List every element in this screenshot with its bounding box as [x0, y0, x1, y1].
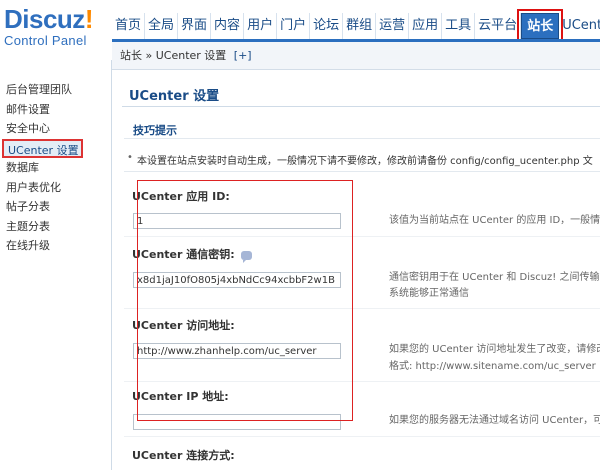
key-description-line1: 通信密钥用于在 UCenter 和 Discuz! 之间传输: [389, 272, 600, 283]
ip-input[interactable]: [133, 414, 341, 430]
connect-method-label: UCenter 连接方式:: [132, 449, 235, 462]
main-content: UCenter 设置 技巧提示 本设置在站点安装时自动生成，一般情况下请不要修改…: [112, 70, 600, 470]
key-label-text: UCenter 通信密钥:: [132, 248, 235, 261]
add-to-menu-link[interactable]: [+]: [234, 49, 252, 62]
key-description-line2: 系统能够正常通信: [389, 288, 469, 299]
top-nav: 首页 全局 界面 内容 用户 门户 论坛 群组 运营 应用 工具 云平台 站长 …: [112, 9, 600, 43]
sidebar-item-security-center[interactable]: 安全中心: [0, 119, 111, 139]
logo-subtitle: Control Panel: [4, 33, 87, 48]
url-description-line1: 如果您的 UCenter 访问地址发生了改变，请修改: [389, 344, 600, 355]
sidebar-item-online-upgrade[interactable]: 在线升级: [0, 236, 111, 256]
sidebar-item-thread-split[interactable]: 主题分表: [0, 217, 111, 237]
divider: [124, 171, 600, 172]
app-id-description: 该值为当前站点在 UCenter 的应用 ID，一般情: [389, 215, 600, 226]
sidebar: 后台管理团队 邮件设置 安全中心 UCenter 设置 数据库 用户表优化 帖子…: [0, 60, 112, 470]
nav-home[interactable]: 首页: [112, 13, 146, 39]
sidebar-item-post-split[interactable]: 帖子分表: [0, 197, 111, 217]
tips-heading: 技巧提示: [133, 124, 177, 137]
sidebar-item-user-table-optimize[interactable]: 用户表优化: [0, 178, 111, 198]
sidebar-item-ucenter-settings[interactable]: UCenter 设置: [2, 138, 83, 158]
nav-interface[interactable]: 界面: [178, 13, 212, 39]
ip-label: UCenter IP 地址:: [132, 390, 229, 403]
nav-portal[interactable]: 门户: [277, 13, 311, 39]
breadcrumb: 站长 » UCenter 设置 [+]: [112, 42, 600, 70]
ip-description: 如果您的服务器无法通过域名访问 UCenter，可: [389, 415, 600, 426]
divider: [124, 236, 600, 237]
nav-content[interactable]: 内容: [211, 13, 245, 39]
nav-admin[interactable]: 站长: [517, 9, 564, 43]
nav-tools[interactable]: 工具: [442, 13, 476, 39]
sidebar-item-mail-settings[interactable]: 邮件设置: [0, 100, 111, 120]
divider: [124, 436, 600, 437]
logo[interactable]: Discuz! Control Panel: [4, 6, 93, 48]
sidebar-item-database[interactable]: 数据库: [0, 158, 111, 178]
url-label: UCenter 访问地址:: [132, 319, 235, 332]
nav-cloud[interactable]: 云平台: [475, 13, 522, 39]
app-id-input[interactable]: [133, 213, 341, 229]
tips-text: 本设置在站点安装时自动生成，一般情况下请不要修改，修改前请备份 config/c…: [127, 152, 593, 167]
speech-bubble-help-icon[interactable]: [240, 250, 252, 263]
key-input[interactable]: [133, 272, 341, 288]
divider: [124, 308, 600, 309]
nav-ucenter[interactable]: UCenter: [559, 13, 600, 39]
nav-global[interactable]: 全局: [145, 13, 179, 39]
sidebar-item-admin-team[interactable]: 后台管理团队: [0, 80, 111, 100]
nav-apps[interactable]: 应用: [409, 13, 443, 39]
divider: [124, 381, 600, 382]
nav-operations[interactable]: 运营: [376, 13, 410, 39]
app-id-label: UCenter 应用 ID:: [132, 190, 230, 203]
key-label: UCenter 通信密钥:: [132, 246, 252, 263]
url-description-line2: 格式: http://www.sitename.com/uc_server: [389, 361, 596, 372]
divider: [124, 138, 600, 139]
breadcrumb-text: 站长 » UCenter 设置: [120, 49, 227, 62]
nav-users[interactable]: 用户: [244, 13, 278, 39]
url-input[interactable]: [133, 343, 341, 359]
page-title: UCenter 设置: [129, 89, 220, 104]
divider: [122, 106, 600, 107]
nav-forum[interactable]: 论坛: [310, 13, 344, 39]
nav-groups[interactable]: 群组: [343, 13, 377, 39]
logo-wordmark: Discuz!: [4, 4, 93, 34]
